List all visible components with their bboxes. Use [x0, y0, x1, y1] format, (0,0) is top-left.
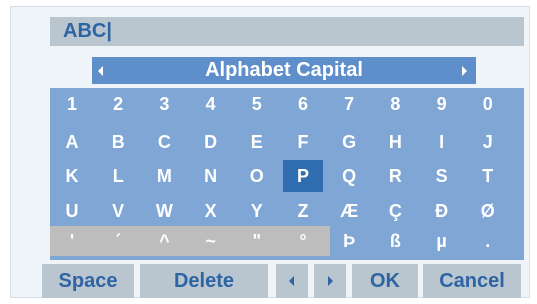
key-row1-8[interactable]: 8	[375, 88, 415, 120]
key-row1-10[interactable]: 0	[468, 88, 508, 120]
key-row4-1[interactable]: U	[52, 195, 92, 227]
key-row4-3[interactable]: W	[144, 195, 184, 227]
key-row2-2[interactable]: B	[98, 126, 138, 158]
key-row5-3[interactable]: ^	[144, 226, 184, 256]
key-row3-10[interactable]: T	[468, 160, 508, 192]
key-row1-7[interactable]: 7	[329, 88, 369, 120]
left-arrow-icon	[289, 276, 294, 286]
key-row1-2[interactable]: 2	[98, 88, 138, 120]
key-row4-8[interactable]: Ç	[375, 195, 415, 227]
key-row2-5[interactable]: E	[237, 126, 277, 158]
key-row1-6[interactable]: 6	[283, 88, 323, 120]
cursor-right-button[interactable]	[314, 264, 346, 298]
key-row4-5[interactable]: Y	[237, 195, 277, 227]
key-row3-6[interactable]: P	[283, 160, 323, 192]
key-row1-3[interactable]: 3	[144, 88, 184, 120]
key-row5-1[interactable]: '	[52, 226, 92, 256]
key-row3-3[interactable]: M	[144, 160, 184, 192]
text-input-field[interactable]: ABC|	[50, 17, 524, 46]
keyboard-mode-label: Alphabet Capital	[205, 59, 363, 81]
key-row2-10[interactable]: J	[468, 126, 508, 158]
key-row5-10[interactable]: .	[468, 226, 508, 256]
key-row5-9[interactable]: µ	[422, 226, 462, 256]
key-row5-4[interactable]: ~	[191, 226, 231, 256]
key-row3-9[interactable]: S	[422, 160, 462, 192]
key-row2-9[interactable]: I	[422, 126, 462, 158]
key-row4-9[interactable]: Đ	[422, 195, 462, 227]
keyboard-mode-selector[interactable]: Alphabet Capital	[92, 57, 476, 84]
key-row5-7[interactable]: Þ	[329, 226, 369, 256]
key-row2-4[interactable]: D	[191, 126, 231, 158]
key-row1-9[interactable]: 9	[422, 88, 462, 120]
key-row5-8[interactable]: ß	[375, 226, 415, 256]
key-row1-1[interactable]: 1	[52, 88, 92, 120]
ok-button[interactable]: OK	[352, 264, 418, 298]
key-row4-10[interactable]: Ø	[468, 195, 508, 227]
key-row2-3[interactable]: C	[144, 126, 184, 158]
key-row1-4[interactable]: 4	[191, 88, 231, 120]
key-row4-2[interactable]: V	[98, 195, 138, 227]
key-row3-5[interactable]: O	[237, 160, 277, 192]
key-row3-2[interactable]: L	[98, 160, 138, 192]
right-arrow-icon	[328, 276, 333, 286]
mode-next-icon[interactable]	[462, 66, 467, 76]
key-row3-8[interactable]: R	[375, 160, 415, 192]
key-row5-5[interactable]: "	[237, 226, 277, 256]
key-row5-2[interactable]: ´	[98, 226, 138, 256]
key-row3-7[interactable]: Q	[329, 160, 369, 192]
action-bar: Space Delete OK Cancel	[0, 264, 537, 298]
key-row4-4[interactable]: X	[191, 195, 231, 227]
cancel-button[interactable]: Cancel	[423, 264, 521, 298]
key-row2-1[interactable]: A	[52, 126, 92, 158]
key-row3-4[interactable]: N	[191, 160, 231, 192]
delete-button[interactable]: Delete	[140, 264, 268, 298]
key-row2-7[interactable]: G	[329, 126, 369, 158]
cursor-left-button[interactable]	[276, 264, 308, 298]
key-row4-6[interactable]: Z	[283, 195, 323, 227]
space-button[interactable]: Space	[42, 264, 134, 298]
key-row2-6[interactable]: F	[283, 126, 323, 158]
character-grid: 1234567890 ABCDEFGHIJ KLMNOPQRST UVWXYZÆÇĐØ…	[50, 88, 524, 260]
key-row4-7[interactable]: Æ	[329, 195, 369, 227]
key-row3-1[interactable]: K	[52, 160, 92, 192]
key-row1-5[interactable]: 5	[237, 88, 277, 120]
key-row5-6[interactable]: °	[283, 226, 323, 256]
key-row2-8[interactable]: H	[375, 126, 415, 158]
